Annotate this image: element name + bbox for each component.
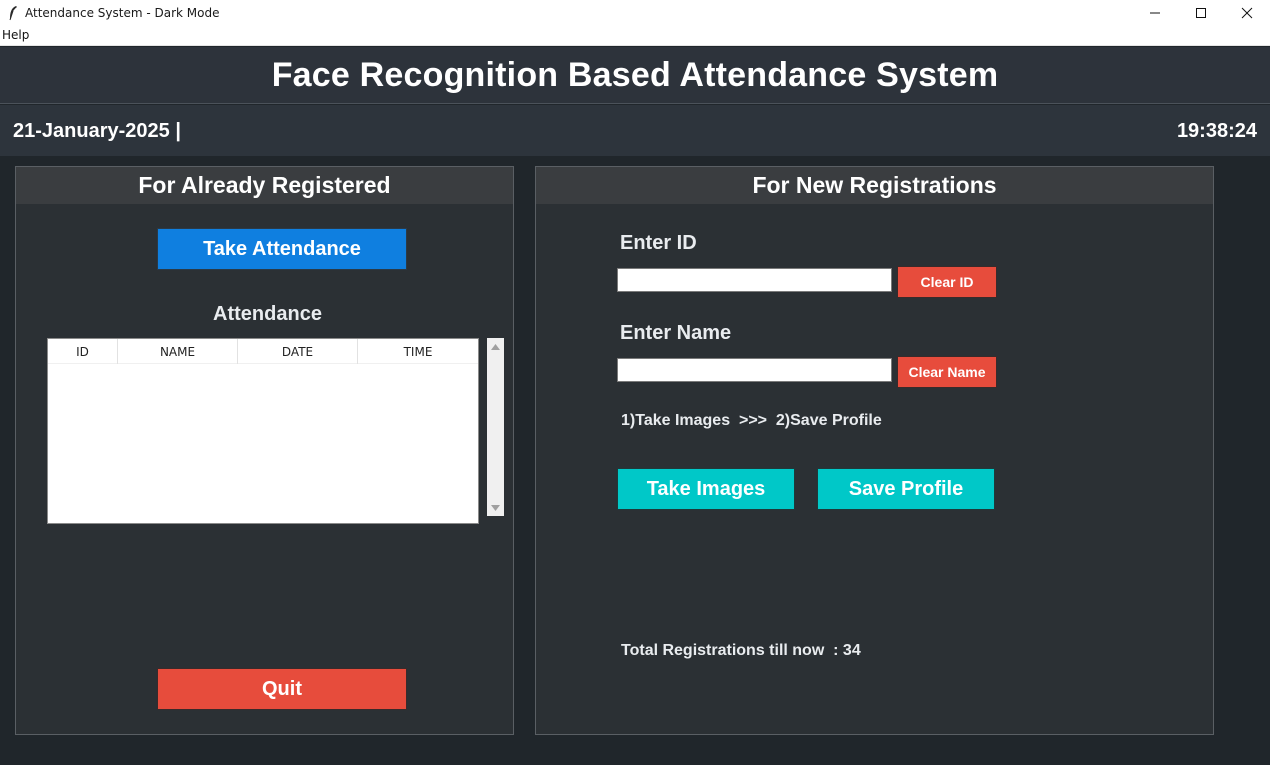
id-input[interactable] [617, 268, 892, 292]
feather-icon [4, 4, 22, 22]
minimize-icon [1150, 12, 1160, 13]
quit-button[interactable]: Quit [157, 668, 407, 710]
column-header-name[interactable]: NAME [118, 339, 238, 364]
take-images-button[interactable]: Take Images [617, 468, 795, 510]
maximize-button[interactable] [1178, 0, 1224, 25]
enter-name-label: Enter Name [620, 322, 732, 344]
window-titlebar[interactable]: Attendance System - Dark Mode [0, 0, 1270, 25]
registered-panel-title: For Already Registered [16, 167, 513, 204]
new-registration-panel-title: For New Registrations [536, 167, 1213, 204]
date-time-bar: 21-January-2025 | 19:38:24 [0, 105, 1270, 156]
window-controls [1132, 0, 1270, 25]
maximize-icon [1196, 7, 1206, 18]
registration-instructions: 1)Take Images >>> 2)Save Profile [621, 412, 882, 429]
name-input[interactable] [617, 358, 892, 382]
minimize-button[interactable] [1132, 0, 1178, 25]
current-time: 19:38:24 [1176, 120, 1257, 142]
new-registration-panel: For New Registrations Enter ID Clear ID … [535, 166, 1214, 735]
take-attendance-button[interactable]: Take Attendance [157, 228, 407, 270]
window-title: Attendance System - Dark Mode [25, 5, 220, 20]
attendance-label: Attendance [213, 303, 322, 325]
clear-name-button[interactable]: Clear Name [897, 356, 997, 388]
column-header-date[interactable]: DATE [238, 339, 358, 364]
enter-id-label: Enter ID [620, 232, 697, 254]
menu-bar: Help [0, 25, 1270, 46]
attendance-scrollbar[interactable] [487, 338, 504, 516]
close-button[interactable] [1224, 0, 1270, 25]
save-profile-button[interactable]: Save Profile [817, 468, 995, 510]
close-icon [1241, 7, 1253, 18]
menu-help[interactable]: Help [2, 28, 29, 42]
app-header: Face Recognition Based Attendance System [0, 47, 1270, 104]
page-title: Face Recognition Based Attendance System [271, 55, 999, 94]
current-date: 21-January-2025 | [13, 120, 181, 142]
registered-panel: For Already Registered Take Attendance A… [15, 166, 514, 735]
attendance-table-header: ID NAME DATE TIME [48, 339, 478, 364]
total-registrations-label: Total Registrations till now : 34 [621, 642, 861, 659]
attendance-table[interactable]: ID NAME DATE TIME [47, 338, 479, 524]
scroll-down-arrow-icon[interactable] [487, 499, 504, 516]
column-header-id[interactable]: ID [48, 339, 118, 364]
app-window: Attendance System - Dark Mode Help Face … [0, 0, 1270, 765]
column-header-time[interactable]: TIME [358, 339, 478, 364]
clear-id-button[interactable]: Clear ID [897, 266, 997, 298]
scroll-up-arrow-icon[interactable] [487, 338, 504, 355]
